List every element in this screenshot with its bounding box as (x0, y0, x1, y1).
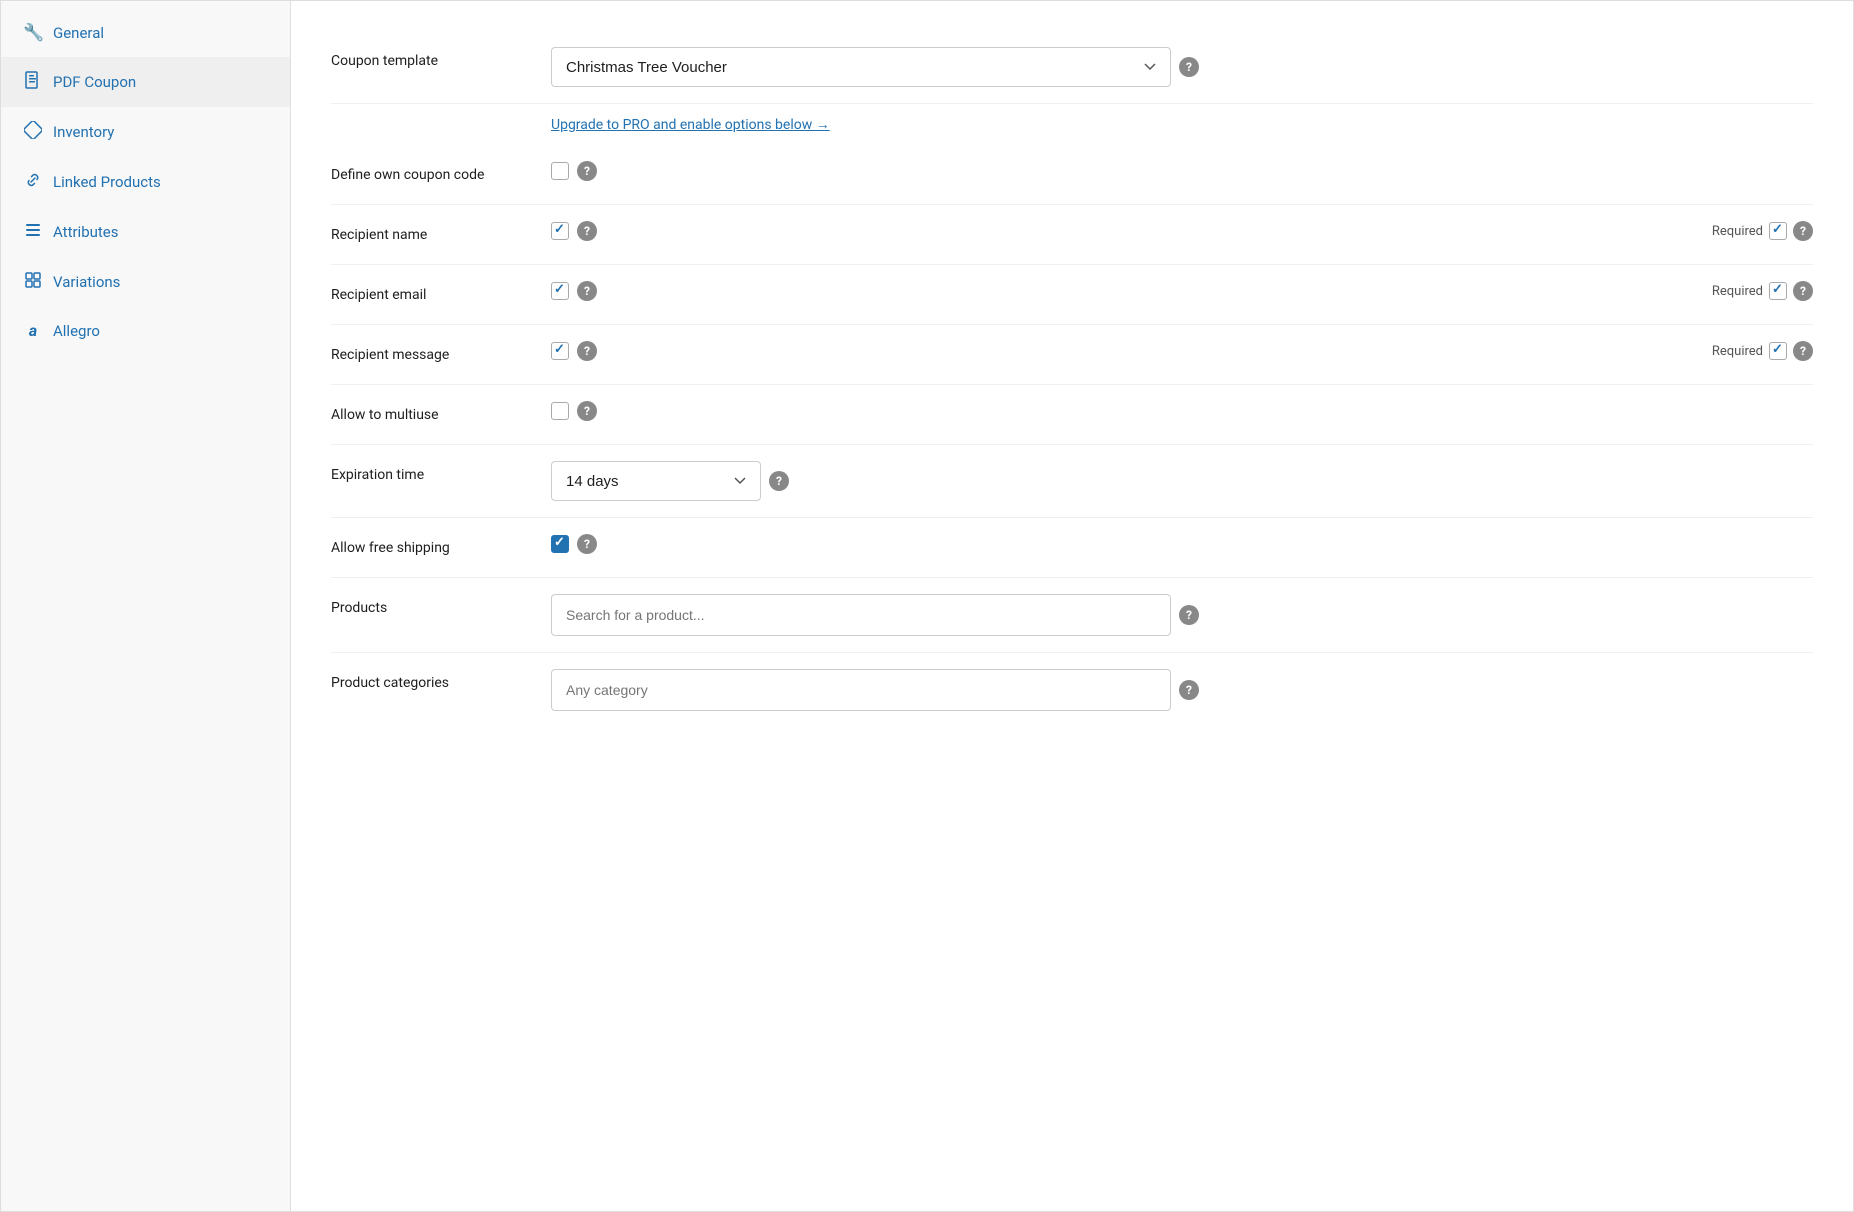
expiration-time-select[interactable]: 14 days 30 days 60 days 90 days Never (551, 461, 761, 501)
sidebar-item-attributes[interactable]: Attributes (1, 207, 290, 257)
allow-free-shipping-row: Allow free shipping ? (331, 518, 1813, 578)
products-label: Products (331, 594, 551, 616)
recipient-name-required-checkbox[interactable] (1769, 222, 1787, 240)
products-row: Products ? (331, 578, 1813, 653)
coupon-template-control: Christmas Tree Voucher Default Template … (551, 47, 1813, 87)
allegro-icon: a (23, 321, 43, 340)
allow-free-shipping-checkbox[interactable] (551, 535, 569, 553)
allow-free-shipping-label: Allow free shipping (331, 534, 551, 556)
upgrade-row: Upgrade to PRO and enable options below … (331, 104, 1813, 145)
allow-multiuse-control: ? (551, 401, 1813, 421)
recipient-message-control: ? Required ? (551, 341, 1813, 361)
recipient-email-required-help-icon[interactable]: ? (1793, 281, 1813, 301)
sidebar-item-variations[interactable]: Variations (1, 257, 290, 307)
define-coupon-code-control: ? (551, 161, 1813, 181)
sidebar-item-label: General (53, 24, 104, 42)
sidebar-item-pdf-coupon[interactable]: PDF Coupon (1, 57, 290, 107)
product-categories-row: Product categories ? (331, 653, 1813, 727)
sidebar-item-allegro[interactable]: a Allegro (1, 307, 290, 354)
expiration-time-label: Expiration time (331, 461, 551, 483)
product-categories-control: ? (551, 669, 1813, 711)
expiration-time-help-icon[interactable]: ? (769, 471, 789, 491)
sidebar-item-general[interactable]: 🔧 General (1, 9, 290, 57)
recipient-message-required-help-icon[interactable]: ? (1793, 341, 1813, 361)
expiration-time-control: 14 days 30 days 60 days 90 days Never ? (551, 461, 1813, 501)
coupon-template-help-icon[interactable]: ? (1179, 57, 1199, 77)
sidebar: 🔧 General PDF Coupon Inventory (1, 1, 291, 1211)
upgrade-link[interactable]: Upgrade to PRO and enable options below … (551, 117, 830, 133)
define-coupon-code-label: Define own coupon code (331, 161, 551, 183)
sidebar-item-label: Linked Products (53, 173, 161, 191)
recipient-email-help-icon[interactable]: ? (577, 281, 597, 301)
recipient-message-checkbox[interactable] (551, 342, 569, 360)
recipient-email-required: Required ? (1712, 281, 1813, 301)
products-search-input[interactable] (551, 594, 1171, 636)
recipient-email-control: ? Required ? (551, 281, 1813, 301)
define-coupon-code-checkbox-wrapper (551, 162, 569, 180)
recipient-message-required-checkbox[interactable] (1769, 342, 1787, 360)
define-coupon-code-checkbox[interactable] (551, 162, 569, 180)
recipient-email-row: Recipient email ? Required ? (331, 265, 1813, 325)
sidebar-item-label: Allegro (53, 322, 100, 340)
recipient-message-row: Recipient message ? Required ? (331, 325, 1813, 385)
grid-icon (23, 271, 43, 293)
recipient-message-required-label: Required (1712, 344, 1763, 359)
sidebar-item-label: PDF Coupon (53, 73, 136, 91)
allow-multiuse-checkbox-wrapper (551, 402, 569, 420)
product-categories-help-icon[interactable]: ? (1179, 680, 1199, 700)
recipient-email-label: Recipient email (331, 281, 551, 303)
products-control: ? (551, 594, 1813, 636)
allow-free-shipping-control: ? (551, 534, 1813, 554)
main-content: Coupon template Christmas Tree Voucher D… (291, 1, 1853, 1211)
allow-free-shipping-checkbox-wrapper (551, 535, 569, 553)
products-help-icon[interactable]: ? (1179, 605, 1199, 625)
define-coupon-code-row: Define own coupon code ? (331, 145, 1813, 205)
allow-multiuse-row: Allow to multiuse ? (331, 385, 1813, 445)
allow-multiuse-checkbox[interactable] (551, 402, 569, 420)
allow-free-shipping-help-icon[interactable]: ? (577, 534, 597, 554)
allow-multiuse-help-icon[interactable]: ? (577, 401, 597, 421)
recipient-name-row: Recipient name ? Required ? (331, 205, 1813, 265)
recipient-email-checkbox-wrapper (551, 282, 569, 300)
recipient-name-checkbox[interactable] (551, 222, 569, 240)
product-categories-input[interactable] (551, 669, 1171, 711)
coupon-template-select[interactable]: Christmas Tree Voucher Default Template … (551, 47, 1171, 87)
recipient-email-required-label: Required (1712, 284, 1763, 299)
sidebar-item-linked-products[interactable]: Linked Products (1, 157, 290, 207)
recipient-email-required-checkbox[interactable] (1769, 282, 1787, 300)
pdf-icon (23, 71, 43, 93)
define-coupon-code-help-icon[interactable]: ? (577, 161, 597, 181)
recipient-message-label: Recipient message (331, 341, 551, 363)
recipient-name-control: ? Required ? (551, 221, 1813, 241)
recipient-name-help-icon[interactable]: ? (577, 221, 597, 241)
sidebar-item-inventory[interactable]: Inventory (1, 107, 290, 157)
recipient-name-required-label: Required (1712, 224, 1763, 239)
link-icon (23, 171, 43, 193)
sidebar-item-label: Attributes (53, 223, 119, 241)
recipient-message-required: Required ? (1712, 341, 1813, 361)
sidebar-item-label: Inventory (53, 123, 114, 141)
recipient-message-help-icon[interactable]: ? (577, 341, 597, 361)
coupon-template-row: Coupon template Christmas Tree Voucher D… (331, 31, 1813, 104)
recipient-message-checkbox-wrapper (551, 342, 569, 360)
recipient-name-checkbox-wrapper (551, 222, 569, 240)
coupon-template-label: Coupon template (331, 47, 551, 69)
wrench-icon: 🔧 (23, 23, 43, 43)
recipient-name-label: Recipient name (331, 221, 551, 243)
list-icon (23, 221, 43, 243)
main-container: 🔧 General PDF Coupon Inventory (0, 0, 1854, 1212)
product-categories-label: Product categories (331, 669, 551, 691)
sidebar-item-label: Variations (53, 273, 120, 291)
recipient-email-checkbox[interactable] (551, 282, 569, 300)
allow-multiuse-label: Allow to multiuse (331, 401, 551, 423)
expiration-time-row: Expiration time 14 days 30 days 60 days … (331, 445, 1813, 518)
recipient-name-required-help-icon[interactable]: ? (1793, 221, 1813, 241)
recipient-name-required: Required ? (1712, 221, 1813, 241)
diamond-icon (23, 121, 43, 143)
